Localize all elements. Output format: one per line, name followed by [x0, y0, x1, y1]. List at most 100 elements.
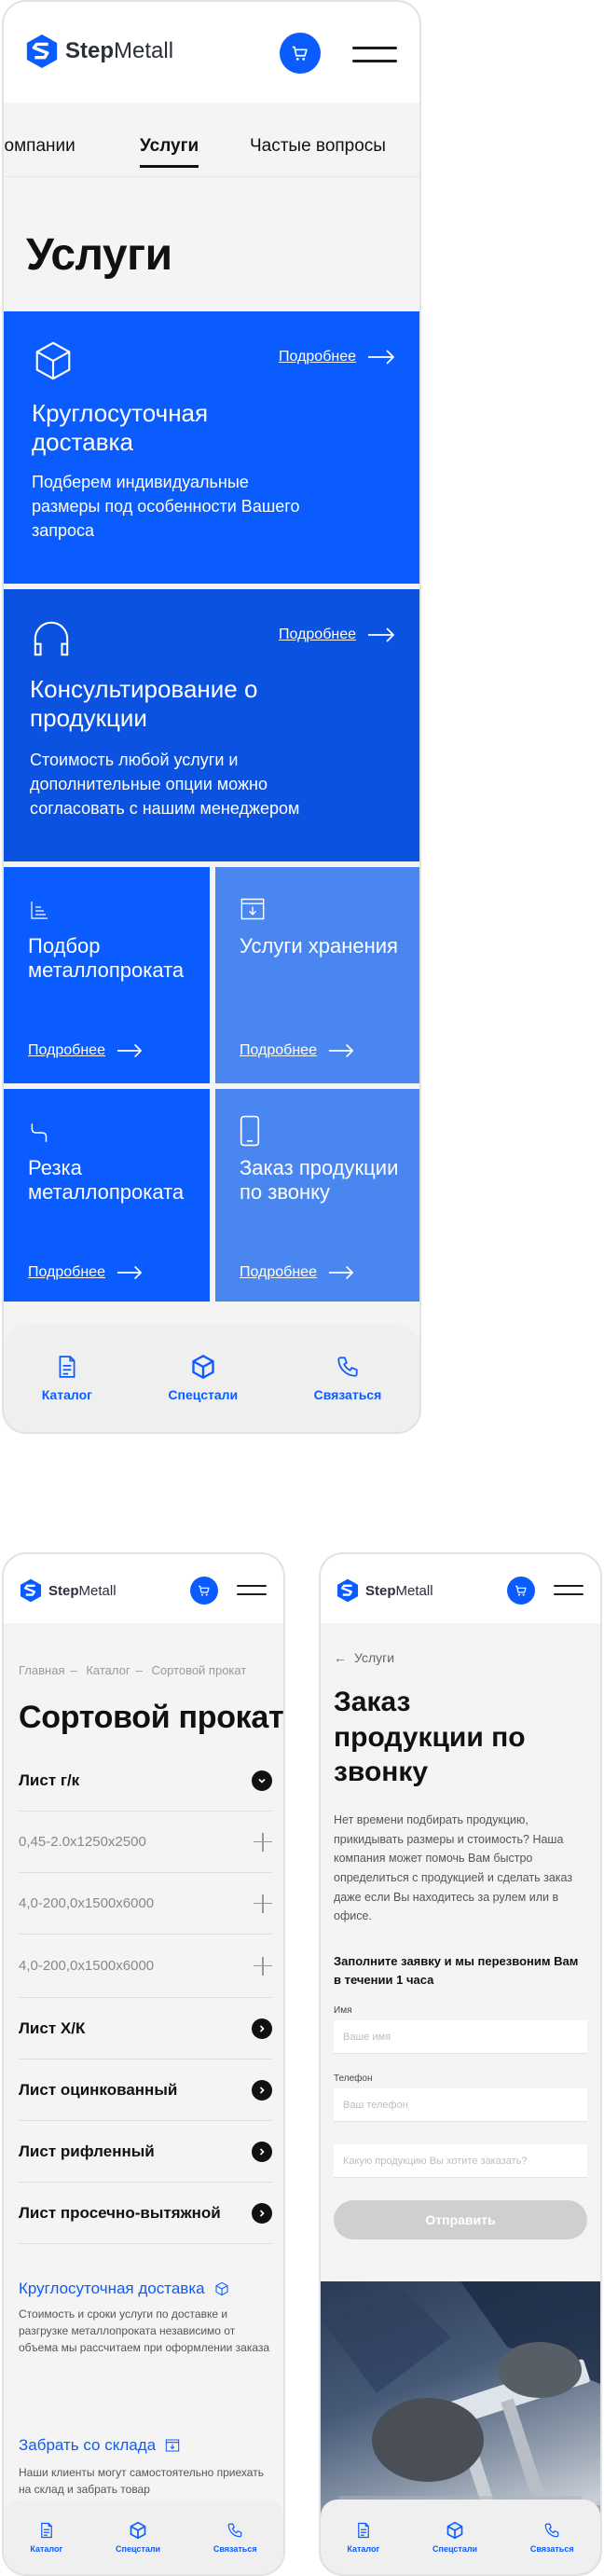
page-title: Сортовой прокат	[19, 1700, 284, 1735]
logo[interactable]: StepMetall	[19, 1578, 117, 1603]
submit-button[interactable]: Отправить	[334, 2200, 587, 2239]
card-title: Круглосуточная доставка	[32, 399, 209, 457]
cut-icon	[31, 1123, 48, 1142]
more-link[interactable]: Подробнее	[279, 627, 395, 643]
nav-contact[interactable]: Связаться	[213, 2521, 257, 2554]
accordion-group[interactable]: Лист рифленный	[19, 2121, 272, 2183]
arrow-right-icon	[328, 1265, 354, 1280]
breadcrumb-current: Сортовой прокат	[151, 1663, 247, 1677]
logo[interactable]: StepMetall	[336, 1578, 433, 1603]
cart-button[interactable]	[190, 1577, 218, 1605]
cart-icon	[290, 43, 310, 63]
nav-catalog[interactable]: Каталог	[30, 2521, 62, 2554]
feature-pickup-title[interactable]: Забрать со склада	[19, 2436, 180, 2455]
cube-icon	[190, 1354, 216, 1380]
logo-icon	[336, 1578, 360, 1603]
cart-icon	[197, 1583, 212, 1598]
nav-contact[interactable]: Связаться	[530, 2521, 574, 2554]
plus-icon[interactable]	[254, 1956, 272, 1976]
accordion-group[interactable]: Лист г/к	[19, 1750, 272, 1811]
arrow-right-icon	[367, 627, 395, 642]
tab-services[interactable]: Услуги	[140, 136, 199, 168]
sub-item[interactable]: 4,0-200,0х1500х6000	[19, 1935, 272, 1998]
phone-input[interactable]	[334, 2088, 587, 2122]
cart-button[interactable]	[507, 1577, 535, 1605]
more-link[interactable]: Подробнее	[279, 349, 395, 365]
chevron-right-icon[interactable]	[252, 2018, 272, 2039]
back-link[interactable]: ← Услуги	[334, 1650, 394, 1665]
page-title: Услуги	[26, 230, 172, 280]
site-header: StepMetall	[4, 1554, 283, 1623]
logo-text: StepMetall	[65, 38, 174, 63]
more-link[interactable]: Подробнее	[28, 1264, 143, 1281]
page-title: Заказ продукции по звонку	[334, 1687, 526, 1787]
cart-button[interactable]	[280, 33, 321, 74]
service-card-storage[interactable]: Услуги хранения Подробнее	[215, 867, 419, 1083]
storage-icon	[165, 2439, 180, 2452]
more-link[interactable]: Подробнее	[240, 1042, 354, 1059]
chevron-down-icon[interactable]	[252, 1770, 272, 1791]
arrow-right-icon	[367, 350, 395, 365]
logo[interactable]: StepMetall	[24, 34, 173, 69]
card-title: Резка металлопроката	[28, 1156, 185, 1205]
tab-faq[interactable]: Частые вопросы	[250, 136, 386, 157]
chevron-right-icon[interactable]	[252, 2079, 272, 2101]
nav-catalog[interactable]: Каталог	[42, 1354, 92, 1402]
card-title: Консультирование о продукции	[30, 675, 258, 733]
sub-item[interactable]: 4,0-200,0х1500х6000	[19, 1873, 272, 1935]
plus-icon[interactable]	[254, 1894, 272, 1913]
accordion-group[interactable]: Лист оцинкованный	[19, 2059, 272, 2121]
cart-icon	[514, 1583, 528, 1598]
breadcrumb-home[interactable]: Главная	[19, 1663, 64, 1677]
service-card-delivery[interactable]: Подробнее Круглосуточная доставка Подбер…	[4, 311, 419, 584]
product-input[interactable]	[334, 2144, 587, 2178]
more-link[interactable]: Подробнее	[240, 1264, 354, 1281]
nav-specials[interactable]: Спецстали	[432, 2521, 477, 2554]
back-label: Услуги	[354, 1650, 395, 1665]
sub-item[interactable]: 0,45-2.0х1250х2500	[19, 1811, 272, 1873]
box-icon	[215, 2281, 228, 2296]
site-header: StepMetall	[4, 2, 419, 103]
card-description: Подберем индивидуальные размеры под особ…	[32, 473, 300, 541]
accordion-group[interactable]: Лист просечно-вытяжной	[19, 2183, 272, 2244]
name-label: Имя	[334, 2005, 352, 2016]
logo-icon	[19, 1578, 43, 1603]
nav-specials[interactable]: Спецстали	[116, 2521, 160, 2554]
nav-catalog[interactable]: Каталог	[347, 2521, 379, 2554]
menu-button[interactable]	[237, 1585, 267, 1602]
phone-order-screen: StepMetall ← Услуги Заказ продукции по з…	[319, 1552, 602, 2576]
more-link[interactable]: Подробнее	[28, 1042, 143, 1059]
catalog-screen: StepMetall Главная – Каталог – Сортовой пр…	[2, 1552, 285, 2576]
menu-button[interactable]	[352, 47, 397, 73]
phone-icon	[336, 1354, 360, 1380]
service-card-phone-order[interactable]: Заказ продукции по звонку Подробнее	[215, 1089, 419, 1302]
breadcrumb-catalog[interactable]: Каталог	[86, 1663, 130, 1677]
storage-icon	[240, 898, 265, 920]
feature-delivery-title[interactable]: Круглосуточная доставка	[19, 2280, 229, 2298]
group-label: Лист оцинкованный	[19, 2080, 178, 2099]
service-card-consulting[interactable]: Подробнее Консультирование о продукции С…	[4, 589, 419, 861]
service-card-cutting[interactable]: Резка металлопроката Подробнее	[4, 1089, 210, 1302]
feature-delivery-desc: Стоимость и сроки услуги по доставке и р…	[19, 2307, 270, 2354]
nav-contact[interactable]: Связаться	[314, 1354, 381, 1402]
page-description: Нет времени подбирать продукцию, прикиды…	[334, 1813, 573, 1923]
smartphone-icon	[240, 1115, 260, 1147]
headphones-icon	[34, 621, 69, 656]
name-input[interactable]	[334, 2020, 587, 2054]
menu-button[interactable]	[554, 1585, 583, 1602]
card-description: Стоимость любой услуги и дополнительные …	[30, 751, 300, 819]
logo-text: StepMetall	[365, 1582, 433, 1599]
list-icon	[31, 902, 48, 919]
nav-specials[interactable]: Спецстали	[168, 1354, 238, 1402]
chevron-right-icon[interactable]	[252, 2141, 272, 2162]
breadcrumb: Главная – Каталог – Сортовой прокат	[19, 1663, 247, 1677]
group-label: Лист г/к	[19, 1770, 80, 1789]
accordion-group[interactable]: Лист Х/К	[19, 1998, 272, 2059]
plus-icon[interactable]	[254, 1832, 272, 1852]
site-header: StepMetall	[321, 1554, 600, 1623]
service-card-selection[interactable]: Подбор металлопроката Подробнее	[4, 867, 210, 1083]
cube-icon	[446, 2521, 464, 2540]
tab-company[interactable]: компании	[4, 136, 76, 157]
arrow-right-icon	[117, 1265, 143, 1280]
chevron-right-icon[interactable]	[252, 2202, 272, 2224]
